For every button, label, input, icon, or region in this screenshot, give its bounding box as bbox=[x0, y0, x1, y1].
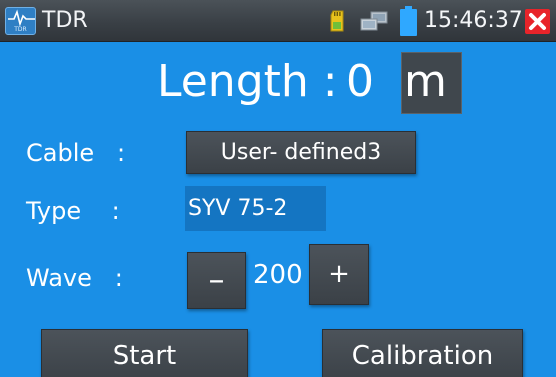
length-readout: Length : 0 bbox=[0, 50, 556, 116]
calibration-button[interactable]: Calibration bbox=[322, 329, 523, 377]
app-title: TDR bbox=[42, 8, 88, 33]
tdr-app-icon: TDR bbox=[5, 7, 36, 35]
wave-increment-button[interactable]: + bbox=[309, 244, 369, 305]
close-icon bbox=[529, 13, 546, 30]
sd-card-icon bbox=[330, 10, 344, 32]
wave-label: Wave : bbox=[26, 264, 123, 292]
wave-decrement-button[interactable]: – bbox=[187, 252, 246, 309]
start-button[interactable]: Start bbox=[41, 329, 248, 377]
length-value: 0 bbox=[346, 56, 374, 107]
wave-value: 200 bbox=[253, 260, 303, 290]
cable-select-button[interactable]: User- defined3 bbox=[186, 131, 416, 174]
unit-selector[interactable]: m bbox=[401, 52, 462, 114]
type-label: Type : bbox=[26, 197, 120, 225]
battery-icon bbox=[400, 6, 417, 36]
cable-label: Cable : bbox=[26, 139, 126, 167]
network-icon bbox=[360, 11, 388, 31]
type-field[interactable]: SYV 75-2 bbox=[185, 186, 326, 231]
length-label: Length : bbox=[157, 56, 352, 107]
app-icon-caption: TDR bbox=[14, 26, 27, 33]
close-button[interactable] bbox=[525, 9, 550, 34]
status-bar: TDR TDR 15:46:37 bbox=[0, 0, 556, 42]
clock: 15:46:37 bbox=[424, 8, 523, 33]
